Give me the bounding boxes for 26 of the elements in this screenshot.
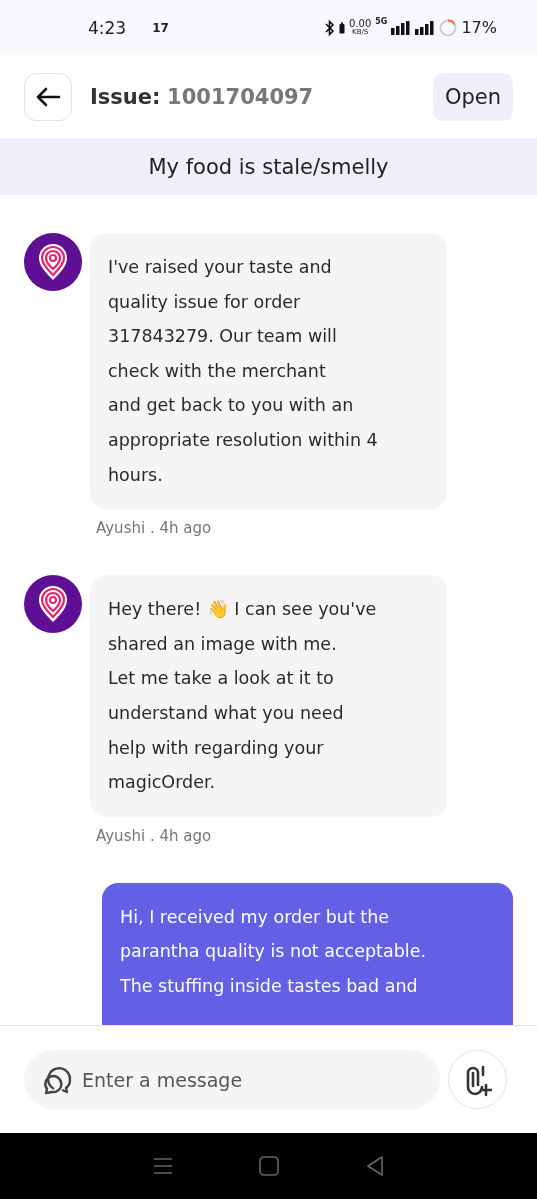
avatar-pin-icon <box>24 575 82 634</box>
agent-message: Hey there! 👋 I can see you've shared an image with me. Let me take a look at it to understand what you need help with regarding your magicOrder. <box>90 575 447 817</box>
user-message: Hi, I received my order but the parantha quality is not acceptable. The stuffing inside tastes bad and <box>102 882 513 1025</box>
battery-percent: 17% <box>461 18 497 37</box>
issue-topic-banner: My food is stale/smelly <box>0 138 537 195</box>
issue-title: Issue: 1001704097 <box>90 84 314 109</box>
clock-time: 4:23 <box>88 17 127 38</box>
menu-icon[interactable] <box>153 1158 174 1174</box>
message-input-field[interactable]: Enter a message <box>80 1067 424 1092</box>
back-arrow-icon <box>35 86 61 107</box>
signal-icon <box>391 20 412 35</box>
battery-saver-icon <box>339 21 346 34</box>
message-meta: Ayushi . 4h ago <box>96 826 213 845</box>
network-type: 5G <box>375 17 388 26</box>
status-badge: Open <box>432 72 513 121</box>
message-composer[interactable]: Enter a message <box>24 1050 440 1109</box>
back-button[interactable] <box>24 72 72 121</box>
back-triangle-icon[interactable] <box>365 1156 384 1176</box>
signal-icon <box>415 20 436 35</box>
battery-ring-icon <box>439 18 458 37</box>
notification-count: 17 <box>152 20 169 35</box>
agent-message: I've raised your taste and quality issue for order 317843279. Our team will check with the merchant and get back to you with an appropriate resolution within 4 hours. <box>90 233 447 510</box>
message-meta: Ayushi . 4h ago <box>96 519 213 538</box>
avatar-pin-icon <box>24 233 82 291</box>
home-square-icon[interactable] <box>259 1156 280 1176</box>
bluetooth-icon <box>325 19 336 36</box>
